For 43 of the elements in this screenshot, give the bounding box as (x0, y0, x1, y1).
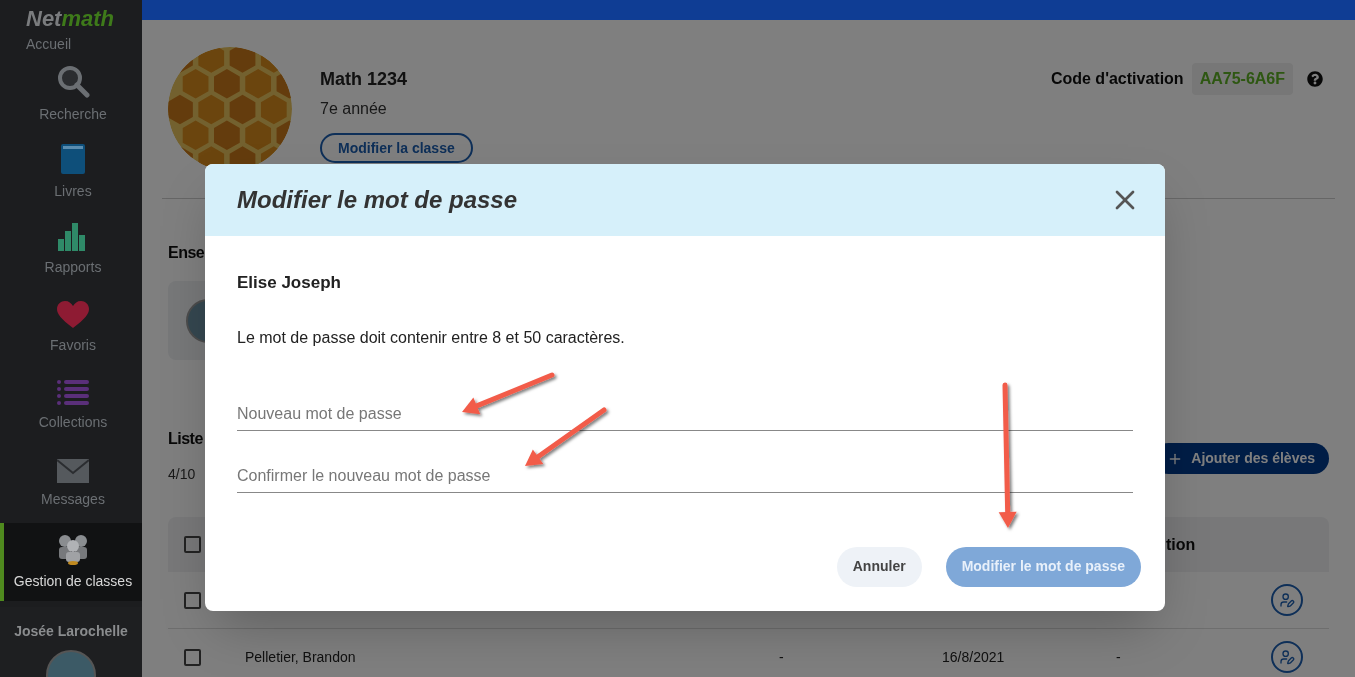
logo[interactable]: Netmath (26, 8, 114, 30)
sidebar-item[interactable]: Collections (0, 367, 142, 445)
list-icon (57, 379, 89, 406)
sidebar-item[interactable]: Livres (0, 133, 142, 211)
table-cell-text: - (779, 647, 784, 667)
sidebar-item[interactable]: Gestion de classes (0, 523, 142, 601)
heart-icon (57, 300, 89, 329)
checkbox[interactable] (184, 591, 201, 609)
book-icon (60, 142, 86, 175)
cancel-button[interactable]: Annuler (836, 546, 922, 587)
table-cell-text: 16/8/2021 (942, 647, 1005, 667)
class-title: Math 1234 (320, 68, 408, 91)
sidebar-item[interactable]: Rapports (0, 211, 142, 289)
modal-title: Modifier le mot de passe (237, 185, 518, 215)
student-name: Elise Joseph (237, 272, 342, 294)
sidebar-item[interactable]: Messages (0, 445, 142, 523)
magnifier-icon (56, 63, 90, 98)
section-heading: Ense (168, 244, 205, 261)
group-icon (56, 532, 90, 565)
section-heading: Liste (168, 429, 203, 449)
column-header[interactable]: tion (1164, 532, 1196, 557)
home-link[interactable]: Accueil (26, 34, 72, 55)
table-cell-text: - (1116, 647, 1121, 667)
password-field[interactable]: Nouveau mot de passe (237, 384, 1133, 431)
activation-code: AA75-6A6F (1191, 63, 1293, 95)
sidebar-item[interactable]: Favoris (0, 289, 142, 367)
edit-student-button[interactable] (1271, 641, 1303, 673)
class-grade: 7e année (320, 99, 387, 119)
checkbox[interactable] (184, 536, 201, 553)
table-cell-text: Pelletier, Brandon (245, 647, 356, 667)
student-count: 4/10 (168, 465, 196, 484)
checkbox[interactable] (184, 648, 201, 666)
activation-label: Code d'activation (1050, 69, 1184, 89)
user-edit-icon (1279, 649, 1295, 665)
help-icon[interactable] (1307, 71, 1323, 87)
sidebar-item[interactable]: Recherche (0, 55, 142, 133)
edit-student-button[interactable] (1271, 584, 1303, 616)
user-edit-icon (1279, 592, 1295, 608)
user-name: Josée Larochelle (14, 622, 128, 641)
password-field[interactable]: Confirmer le nouveau mot de passe (237, 446, 1133, 493)
password-hint: Le mot de passe doit contenir entre 8 et 50 caractères. (237, 327, 626, 348)
bar-chart-icon (58, 222, 88, 251)
envelope-icon (57, 458, 89, 483)
